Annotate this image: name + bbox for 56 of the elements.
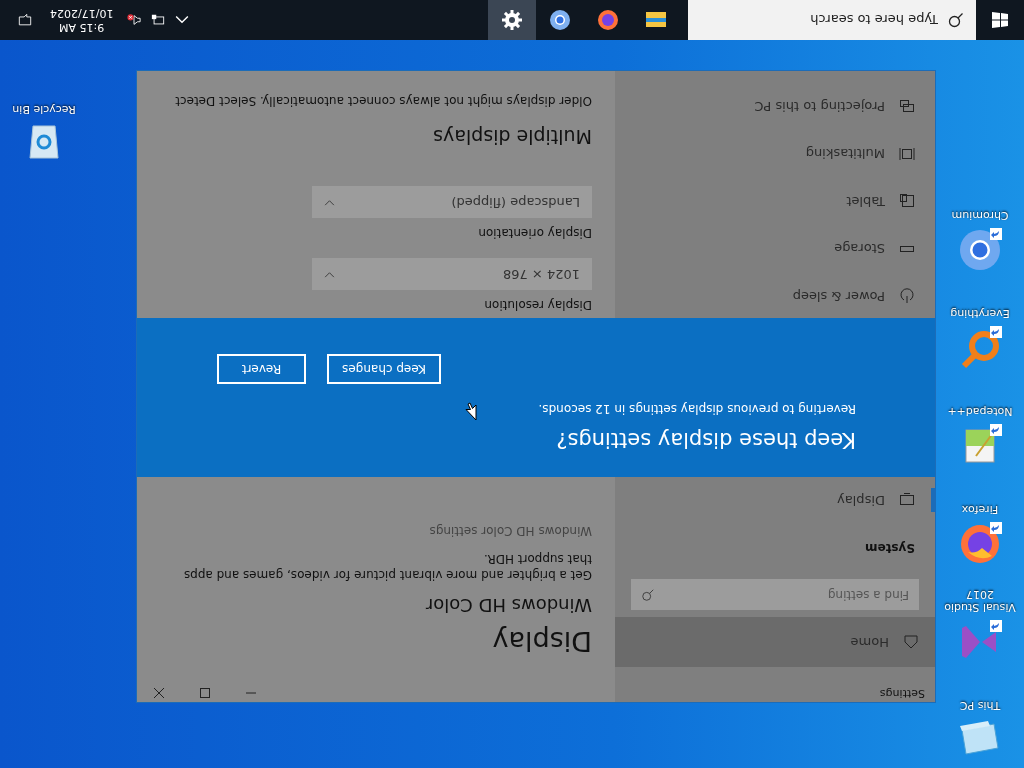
clock-date[interactable]: 10/17/2024	[50, 6, 114, 20]
window-title: Settings	[878, 686, 926, 700]
orientation-dropdown[interactable]: Landscape (flipped)	[312, 186, 592, 219]
maximize-icon[interactable]	[199, 687, 211, 700]
description-text: Older displays might not always connect automatically. Select Detect	[175, 94, 592, 109]
desktop-icon-label[interactable]: Recycle Bin	[4, 103, 84, 116]
sidebar-item[interactable]: Display	[615, 488, 935, 513]
projector-icon	[899, 98, 915, 115]
sidebar-item[interactable]: Tablet	[615, 189, 935, 214]
revert-button[interactable]: Revert	[217, 354, 306, 385]
clock-time[interactable]: 9:15 AM	[59, 20, 105, 34]
notification-icon[interactable]	[18, 13, 32, 27]
settings-link[interactable]: Windows HD Color settings	[162, 524, 592, 539]
fox-globe-icon[interactable]	[958, 522, 1002, 566]
banner-title: Keep these display settings?	[555, 427, 856, 455]
chromium-icon[interactable]	[958, 228, 1002, 272]
keep-changes-button[interactable]: Keep changes	[327, 354, 441, 385]
volume-icon[interactable]	[127, 13, 142, 27]
sidebar-item[interactable]: Projecting to this PC	[615, 94, 935, 119]
home-icon	[903, 634, 919, 651]
home-item[interactable]: Home	[615, 617, 935, 668]
sidebar-item[interactable]: Multitasking	[615, 142, 935, 166]
resolution-dropdown[interactable]: 1024 × 768	[312, 258, 592, 291]
windows-logo-icon	[992, 12, 1008, 28]
search-field[interactable]: Find a setting	[631, 579, 919, 611]
gear-icon	[500, 8, 524, 32]
sidebar-item[interactable]: Storage	[615, 237, 935, 261]
banner-message: Reverting to previous display settings in 12 seconds.	[538, 402, 856, 417]
search-icon	[948, 12, 964, 28]
chromium-icon	[548, 8, 572, 32]
desktop-icon-label[interactable]: Firefox	[940, 503, 1020, 516]
taskbar-search-field[interactable]: Type here to search	[688, 0, 976, 40]
settings-app-button[interactable]	[488, 0, 536, 40]
power-icon	[899, 288, 915, 305]
sidebar-item[interactable]: Power & sleep	[615, 284, 935, 309]
section-title: Multiple displays	[432, 126, 592, 149]
desktop-icon-label[interactable]: Notepad++	[940, 405, 1020, 418]
desktop-icon-label[interactable]: This PC	[940, 699, 1020, 712]
fox-globe-icon	[596, 8, 620, 32]
chevron-down-icon	[324, 199, 335, 206]
search-icon	[641, 588, 655, 603]
desktop-icon-label[interactable]: Chromium	[940, 209, 1020, 222]
chevron-down-icon	[324, 271, 335, 278]
field-label: Display orientation	[477, 226, 592, 241]
page-heading: Display	[491, 625, 592, 659]
field-label: Display resolution	[483, 298, 592, 313]
description-text: Get a brighter and more vibrant picture for videos, games and apps that support HDR.	[182, 551, 592, 584]
multitasking-icon	[899, 146, 915, 162]
section-title: Windows HD Color	[424, 595, 592, 617]
desktop-icon-label[interactable]: Everything	[940, 307, 1020, 320]
mouse-cursor-icon	[465, 402, 477, 422]
desktop-icon-label[interactable]: Visual Studio 2017	[940, 588, 1020, 614]
tablet-icon	[899, 193, 915, 210]
section-heading: System	[864, 541, 916, 556]
network-icon[interactable]	[151, 13, 166, 27]
close-icon[interactable]	[153, 687, 165, 700]
